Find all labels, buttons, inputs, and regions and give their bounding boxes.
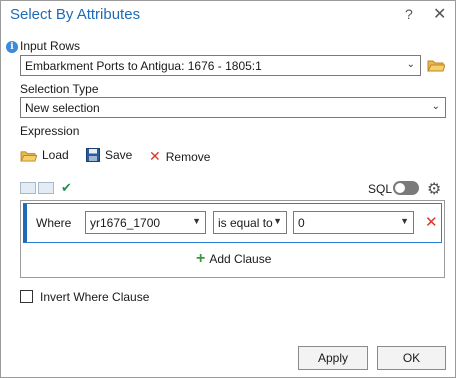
chevron-down-icon: ⌄ [431,101,440,112]
clause-row: Where yr1676_1700 ▼ is equal to ▼ 0 ▼ ✕ [23,203,442,243]
close-button[interactable]: ✕ [433,4,446,24]
field-dropdown[interactable]: yr1676_1700 ▼ [85,211,206,234]
input-rows-label: Input Rows [20,39,81,53]
info-icon: i [6,41,18,53]
selection-type-label: Selection Type [20,82,99,96]
chevron-down-icon: ▼ [400,216,409,226]
chevron-down-icon: ▼ [273,216,282,226]
title-bar: Select By Attributes ? ✕ [1,1,455,29]
help-button[interactable]: ? [405,6,413,22]
invert-label: Invert Where Clause [40,290,150,304]
operator-dropdown[interactable]: is equal to ▼ [213,211,287,234]
ok-button[interactable]: OK [377,346,446,370]
load-icon [20,150,37,162]
sql-label: SQL [368,182,393,196]
save-label: Save [105,148,133,162]
add-clause-button[interactable]: + Add Clause [196,250,272,267]
remove-button[interactable]: ✕ Remove [149,148,210,165]
save-button[interactable]: Save [86,148,132,162]
delete-clause-icon[interactable]: ✕ [425,213,438,231]
input-rows-value: Embarkment Ports to Antigua: 1676 - 1805… [25,59,262,73]
invert-checkbox[interactable] [20,290,33,303]
folder-icon[interactable] [427,58,445,72]
selection-type-value: New selection [25,101,100,115]
chevron-down-icon: ▼ [192,216,201,226]
dialog-title: Select By Attributes [10,6,141,23]
load-label: Load [42,148,69,162]
chevron-down-icon: ⌄ [406,59,415,70]
sql-toggle[interactable] [393,181,419,195]
input-rows-dropdown[interactable]: Embarkment Ports to Antigua: 1676 - 1805… [20,55,421,76]
mode-list-icon[interactable] [38,182,54,194]
gear-icon[interactable]: ⚙ [427,179,441,199]
field-value: yr1676_1700 [90,216,161,230]
value-value: 0 [298,216,305,230]
load-button[interactable]: Load [20,148,69,162]
operator-value: is equal to [218,216,273,230]
select-by-attributes-dialog: Select By Attributes ? ✕ i Input Rows Em… [0,0,456,378]
remove-icon: ✕ [149,148,161,164]
remove-label: Remove [165,149,211,164]
expression-label: Expression [20,124,80,138]
clause-container: Where yr1676_1700 ▼ is equal to ▼ 0 ▼ ✕ … [20,200,445,278]
selection-type-dropdown[interactable]: New selection ⌄ [20,97,446,118]
add-clause-label: Add Clause [209,252,272,266]
apply-button[interactable]: Apply [298,346,368,370]
mode-builder-icon[interactable] [20,182,36,194]
where-label: Where [36,216,72,230]
check-icon[interactable]: ✔ [61,180,72,196]
save-icon [86,148,100,162]
add-icon: + [196,250,206,267]
value-dropdown[interactable]: 0 ▼ [293,211,414,234]
